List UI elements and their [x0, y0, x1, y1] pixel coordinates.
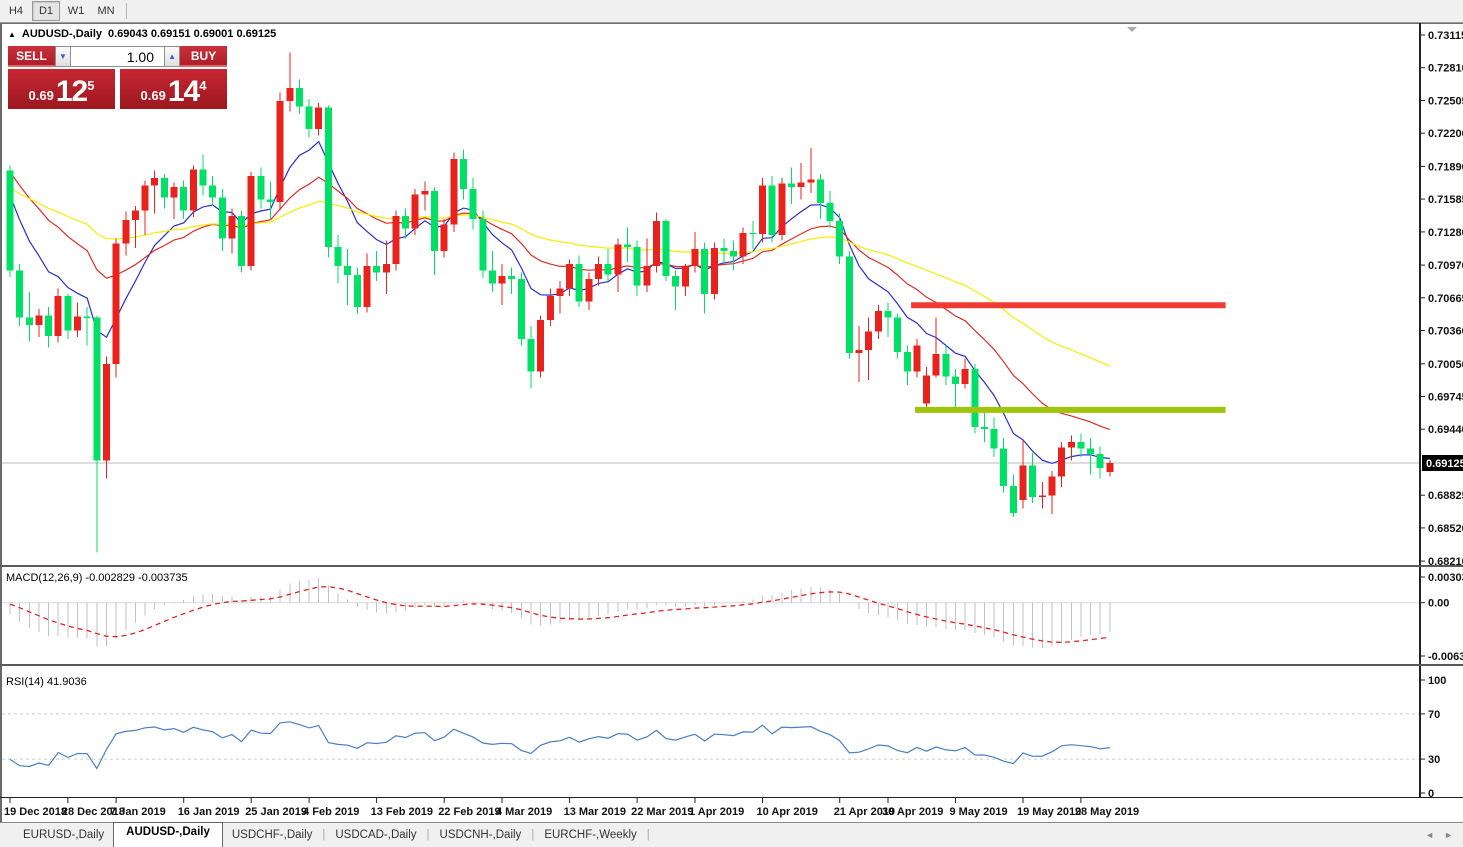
current-price-axis-box: 0.69125 — [1422, 455, 1463, 471]
svg-text:13 Mar 2019: 13 Mar 2019 — [564, 806, 626, 818]
svg-text:19 Dec 2018: 19 Dec 2018 — [4, 806, 67, 818]
window-left-border — [0, 23, 2, 822]
svg-text:0.68520: 0.68520 — [1428, 523, 1463, 535]
rsi-axis-labels[interactable]: 100 70 30 0 — [1419, 675, 1446, 800]
svg-text:4 Mar 2019: 4 Mar 2019 — [496, 806, 552, 818]
tab-scroll-left-icon[interactable]: ◄ — [1425, 830, 1434, 840]
symbol-tab-audusd[interactable]: AUDUSD-,Daily — [113, 822, 223, 847]
price-axis-labels[interactable]: 0.73115 0.72810 0.72505 0.72200 0.71890 0.715… — [1419, 30, 1463, 568]
date-axis-border — [0, 797, 1463, 798]
tab-separator: | — [427, 829, 430, 841]
svg-text:13 Feb 2019: 13 Feb 2019 — [371, 806, 433, 818]
svg-text:0.70360: 0.70360 — [1428, 326, 1463, 338]
macd-axis-labels[interactable]: 0.003035 0.00 -0.006311 — [1419, 572, 1463, 663]
svg-text:22 Mar 2019: 22 Mar 2019 — [631, 806, 693, 818]
svg-text:-0.006311: -0.006311 — [1428, 651, 1463, 663]
bid-price-box[interactable]: 0.69 12 5 — [8, 69, 115, 109]
svg-text:0.68825: 0.68825 — [1428, 490, 1463, 502]
svg-text:19 May 2019: 19 May 2019 — [1017, 806, 1081, 818]
svg-text:30: 30 — [1428, 754, 1440, 766]
svg-text:1 Apr 2019: 1 Apr 2019 — [689, 806, 744, 818]
symbol-tab-usdchf[interactable]: USDCHF-,Daily — [223, 826, 322, 844]
buy-button[interactable]: BUY — [180, 46, 227, 67]
svg-text:100: 100 — [1428, 675, 1446, 687]
date-axis-labels[interactable]: 19 Dec 201828 Dec 20187 Jan 201916 Jan 2… — [4, 798, 1139, 818]
svg-text:0.70970: 0.70970 — [1428, 260, 1463, 272]
svg-text:0.72810: 0.72810 — [1428, 63, 1463, 75]
svg-text:70: 70 — [1428, 709, 1440, 721]
svg-text:0.70665: 0.70665 — [1428, 293, 1463, 305]
svg-text:9 May 2019: 9 May 2019 — [950, 806, 1008, 818]
svg-text:10 Apr 2019: 10 Apr 2019 — [757, 806, 818, 818]
svg-text:0.69440: 0.69440 — [1428, 424, 1463, 436]
bid-price-main: 12 — [56, 78, 87, 106]
symbol-tab-eurchf[interactable]: EURCHF-,Weekly — [535, 826, 645, 844]
svg-text:0.69745: 0.69745 — [1428, 392, 1463, 404]
macd-histogram — [10, 578, 1110, 648]
volume-increase-icon[interactable]: ▲ — [164, 46, 180, 67]
svg-text:0.71280: 0.71280 — [1428, 227, 1463, 239]
rsi-line — [10, 722, 1110, 769]
ask-price-box[interactable]: 0.69 14 4 — [120, 69, 227, 109]
svg-text:0.71890: 0.71890 — [1428, 161, 1463, 173]
timeframe-button-mn[interactable]: MN — [92, 1, 120, 21]
svg-text:0.72200: 0.72200 — [1428, 128, 1463, 140]
svg-text:0.73115: 0.73115 — [1428, 30, 1463, 42]
chart-ohlc-values: 0.69043 0.69151 0.69001 0.69125 — [108, 28, 276, 40]
tab-separator: | — [322, 829, 325, 841]
svg-text:0: 0 — [1428, 788, 1434, 800]
collapse-panel-icon[interactable]: ▲ — [8, 30, 16, 39]
tab-scroll-right-icon[interactable]: ► — [1444, 830, 1453, 840]
svg-text:28 May 2019: 28 May 2019 — [1075, 806, 1139, 818]
svg-text:22 Feb 2019: 22 Feb 2019 — [438, 806, 500, 818]
timeframe-toolbar: H4 D1 W1 MN — [0, 0, 1463, 23]
macd-indicator-label: MACD(12,26,9) -0.002829 -0.003735 — [6, 572, 188, 584]
timeframe-button-w1[interactable]: W1 — [62, 1, 90, 21]
one-click-trading-panel: SELL ▼ ▲ BUY 0.69 12 5 0.69 14 4 — [8, 46, 227, 109]
toolbar-separator — [126, 3, 127, 19]
ask-price-pip: 4 — [199, 69, 206, 103]
volume-decrease-icon[interactable]: ▼ — [55, 46, 71, 67]
chart-canvas[interactable]: 0.73115 0.72810 0.72505 0.72200 0.71890 0.715… — [0, 0, 1463, 846]
svg-text:25 Jan 2019: 25 Jan 2019 — [245, 806, 307, 818]
bid-price-prefix: 0.69 — [29, 86, 54, 106]
symbol-tab-usdcad[interactable]: USDCAD-,Daily — [326, 826, 425, 844]
svg-text:16 Jan 2019: 16 Jan 2019 — [178, 806, 240, 818]
svg-text:0.71585: 0.71585 — [1428, 194, 1463, 206]
timeframe-button-h4[interactable]: H4 — [2, 1, 30, 21]
symbol-tab-usdcnh[interactable]: USDCNH-,Daily — [431, 826, 531, 844]
rsi-pane-splitter[interactable] — [0, 664, 1463, 666]
tab-scroll-arrows: ◄ ► — [1425, 830, 1453, 840]
chart-title-row: ▲ AUDUSD-,Daily 0.69043 0.69151 0.69001 … — [8, 28, 276, 40]
symbol-tab-bar: EURUSD-,DailyAUDUSD-,DailyUSDCHF-,Daily|… — [0, 822, 1463, 847]
tab-separator: | — [647, 829, 650, 841]
svg-text:0.00: 0.00 — [1428, 598, 1449, 610]
symbol-tab-eurusd[interactable]: EURUSD-,Daily — [14, 826, 113, 844]
tab-separator: | — [531, 829, 534, 841]
chart-symbol-label: AUDUSD-,Daily — [22, 28, 102, 40]
svg-text:7 Jan 2019: 7 Jan 2019 — [110, 806, 166, 818]
svg-text:0.003035: 0.003035 — [1428, 572, 1463, 584]
rsi-indicator-label: RSI(14) 41.9036 — [6, 676, 87, 688]
svg-text:0.70050: 0.70050 — [1428, 359, 1463, 371]
chart-shift-marker-icon[interactable] — [1127, 27, 1137, 32]
timeframe-button-d1[interactable]: D1 — [32, 1, 60, 21]
svg-text:4 Feb 2019: 4 Feb 2019 — [303, 806, 359, 818]
macd-pane-splitter[interactable] — [0, 565, 1463, 567]
ask-price-prefix: 0.69 — [141, 86, 166, 106]
svg-text:0.72505: 0.72505 — [1428, 96, 1463, 108]
ask-price-main: 14 — [168, 78, 199, 106]
sell-button[interactable]: SELL — [8, 46, 55, 67]
svg-text:30 Apr 2019: 30 Apr 2019 — [882, 806, 943, 818]
bid-price-pip: 5 — [87, 69, 94, 103]
price-axis-border — [1419, 23, 1421, 797]
ma-slow-line — [10, 189, 1110, 367]
volume-input[interactable] — [71, 46, 164, 67]
svg-text:0.69125: 0.69125 — [1426, 458, 1463, 470]
